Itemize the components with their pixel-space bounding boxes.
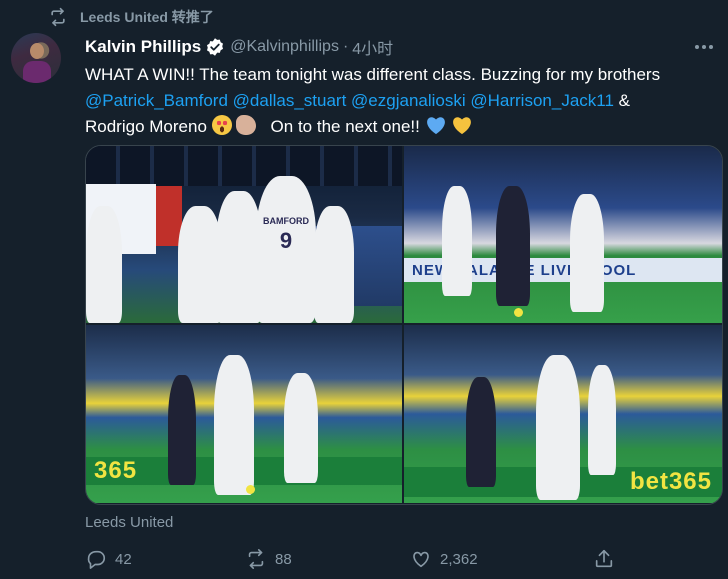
media-grid: BAMFORD 9 NEW BALANCE LIVERPOOL 365 bet3… <box>85 145 723 505</box>
mention-ezgjanalioski[interactable]: @ezgjanalioski <box>351 91 466 110</box>
stadium-lights <box>86 146 402 186</box>
reply-count: 42 <box>115 550 132 568</box>
tweet-line3-end: On to the next one!! <box>270 117 420 136</box>
player-white-5 <box>314 206 354 323</box>
retweet-button[interactable]: 88 <box>245 548 292 570</box>
retweet-icon <box>248 549 264 569</box>
tweet-line1: WHAT A WIN!! The team tonight was differ… <box>85 65 661 84</box>
display-name[interactable]: Kalvin Phillips <box>85 37 201 57</box>
ampersand: & <box>618 91 631 110</box>
flexed-biceps-emoji <box>236 115 257 135</box>
player-white-right <box>284 373 318 483</box>
star-struck-emoji <box>211 115 232 135</box>
timestamp[interactable]: 4小时 <box>352 35 393 59</box>
player-white-center <box>536 355 580 500</box>
player-white-4: BAMFORD 9 <box>256 176 316 323</box>
avatar-head <box>30 43 44 59</box>
ball <box>246 485 255 494</box>
player-dark <box>168 375 196 485</box>
shirt-name: BAMFORD <box>263 216 309 226</box>
tweet-text: WHAT A WIN!! The team tonight was differ… <box>85 62 725 140</box>
mention-patrick-bamford[interactable]: @Patrick_Bamford <box>85 91 228 110</box>
blue-heart-emoji <box>426 117 445 135</box>
retweet-icon <box>51 7 65 27</box>
tweet-header: Kalvin Phillips @Kalvinphillips · 4小时 <box>85 35 718 59</box>
retweet-indicator: Leeds United 转推了 <box>48 6 214 28</box>
avatar-shirt <box>23 61 51 83</box>
retweet-label[interactable]: Leeds United 转推了 <box>80 7 214 27</box>
avatar[interactable] <box>11 33 61 83</box>
mention-harrison-jack11[interactable]: @Harrison_Jack11 <box>470 91 614 110</box>
match-action-photo-3[interactable]: bet365 <box>404 325 722 503</box>
source-label[interactable]: Leeds United <box>85 514 173 531</box>
heart-icon <box>413 551 429 568</box>
match-action-photo-2[interactable]: 365 <box>86 325 402 503</box>
yellow-heart-emoji <box>453 117 472 135</box>
player-white-right <box>570 194 604 312</box>
verified-badge-icon <box>207 38 224 56</box>
reply-icon <box>87 550 106 569</box>
player-dark-center <box>496 186 530 306</box>
tweet-line3-start: Rodrigo Moreno <box>85 117 207 136</box>
player-white-right <box>588 365 616 475</box>
player-white-1 <box>86 206 122 323</box>
reply-button[interactable]: 42 <box>85 548 132 570</box>
handle[interactable]: @Kalvinphillips <box>230 38 339 56</box>
retweet-count: 88 <box>275 550 292 568</box>
team-celebration-photo[interactable]: BAMFORD 9 <box>86 146 402 323</box>
separator: · <box>342 38 349 55</box>
player-white-center <box>214 355 254 495</box>
like-button[interactable]: 2,362 <box>410 548 478 570</box>
like-count: 2,362 <box>440 550 478 568</box>
share-icon <box>595 549 613 568</box>
share-button[interactable] <box>593 548 615 570</box>
ball <box>514 308 523 317</box>
match-action-photo-1[interactable]: NEW BALANCE LIVERPOOL <box>404 146 722 323</box>
shirt-number: 9 <box>279 228 293 253</box>
more-options-icon[interactable] <box>690 35 718 59</box>
player-white-left <box>442 186 472 296</box>
mention-dallas-stuart[interactable]: @dallas_stuart <box>233 91 347 110</box>
player-dark <box>466 377 496 487</box>
tweet-actions: 42 88 2,362 <box>85 542 625 576</box>
